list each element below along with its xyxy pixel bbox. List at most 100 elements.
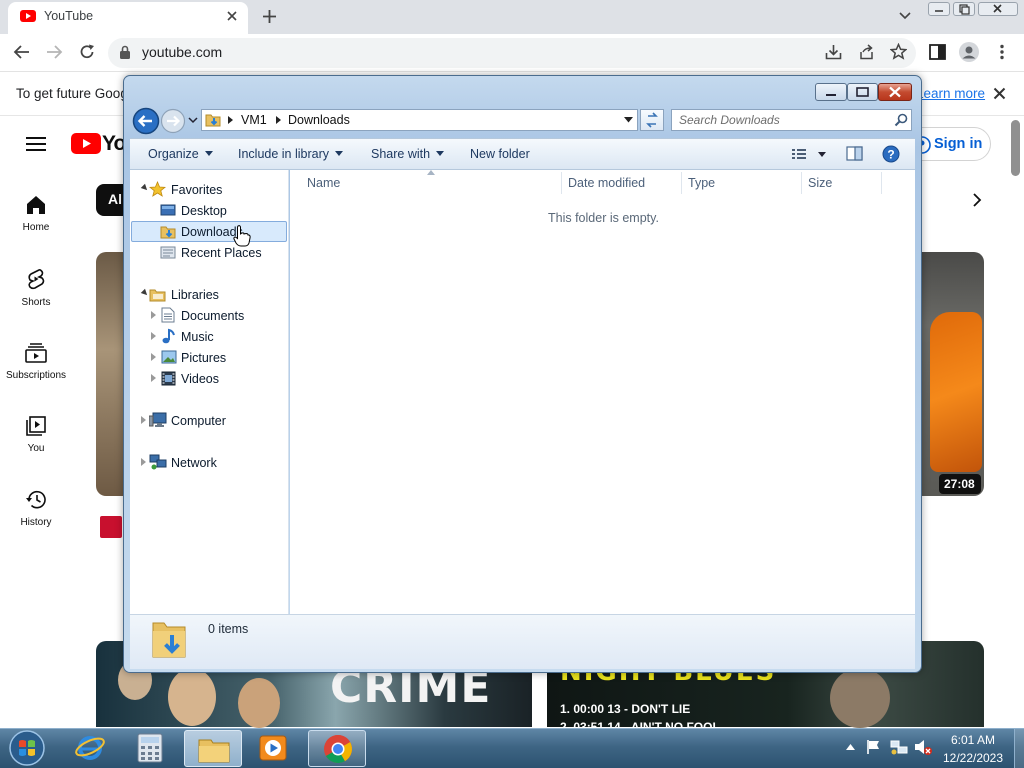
column-divider[interactable] [681,172,682,194]
nav-videos[interactable]: Videos [181,372,219,386]
videos-expand-icon[interactable] [151,374,156,382]
share-icon[interactable] [858,44,875,60]
tab-search-chevron-icon[interactable] [899,12,911,20]
nav-computer[interactable]: Computer [171,414,226,428]
side-panel-icon[interactable] [929,44,946,60]
youtube-logo-text[interactable]: Yo [102,132,126,156]
include-in-library-button[interactable]: Include in library [238,147,344,161]
organize-button[interactable]: Organize [148,147,213,161]
column-divider[interactable] [881,172,882,194]
column-divider[interactable] [561,172,562,194]
back-arrow-icon[interactable] [13,44,31,60]
chrome-menu-icon[interactable] [999,44,1005,60]
download-icon[interactable] [825,44,842,60]
you-icon [26,416,46,436]
nav-home[interactable]: Home [0,195,72,233]
column-header-name[interactable]: Name [307,176,340,190]
lock-icon[interactable] [119,45,131,60]
recent-places-icon [160,245,176,260]
video-thumbnail-left[interactable] [96,252,124,496]
info-bar-close-icon[interactable] [993,87,1006,100]
nav-music[interactable]: Music [181,330,214,344]
svg-text:?: ? [887,148,894,162]
column-header-date-modified[interactable]: Date modified [568,176,645,190]
computer-expand-icon[interactable] [141,416,146,424]
address-dropdown-icon[interactable] [624,117,633,123]
nav-history[interactable]: History [0,490,72,528]
minimize-button[interactable] [928,2,950,16]
explorer-close-button[interactable] [878,83,912,101]
learn-more-link[interactable]: Learn more [916,86,985,101]
bookmark-star-icon[interactable] [890,43,907,60]
network-expand-icon[interactable] [141,458,146,466]
new-tab-icon[interactable] [262,9,277,24]
chips-next-chevron-icon[interactable] [972,192,982,208]
column-header-size[interactable]: Size [808,176,832,190]
tab-close-icon[interactable] [226,10,238,22]
recent-locations-chevron-icon[interactable] [188,117,198,124]
music-expand-icon[interactable] [151,332,156,340]
nav-desktop[interactable]: Desktop [181,204,227,218]
breadcrumb-downloads[interactable]: Downloads [288,113,350,127]
search-magnifier-icon[interactable] [894,113,908,127]
windows-explorer-icon [198,739,230,763]
restore-button[interactable] [953,2,975,16]
show-desktop-button[interactable] [1014,729,1024,768]
chrome-icon [324,735,352,763]
close-window-button[interactable] [978,2,1018,16]
new-folder-button[interactable]: New folder [470,147,530,161]
view-options-icon[interactable] [792,147,826,161]
nav-shorts[interactable]: Shorts [0,268,72,308]
file-list-area[interactable] [290,170,915,614]
internet-explorer-icon[interactable] [74,731,106,763]
forward-arrow-icon[interactable] [45,44,63,60]
taskbar-chrome-button[interactable] [308,730,366,767]
youtube-logo-icon[interactable] [71,133,101,154]
nav-subscriptions[interactable]: Subscriptions [0,343,72,381]
breadcrumb-separator-icon[interactable] [276,116,281,124]
pictures-expand-icon[interactable] [151,353,156,361]
explorer-minimize-button[interactable] [815,83,847,101]
hamburger-menu-icon[interactable] [26,136,46,152]
chip-all[interactable]: Al [96,184,126,216]
media-player-icon[interactable] [258,733,288,763]
clock-date[interactable]: 12/22/2023 [940,751,1006,765]
clock-time[interactable]: 6:01 AM [945,733,1001,747]
calculator-icon[interactable] [137,733,163,763]
url-text[interactable]: youtube.com [142,44,222,60]
nav-documents[interactable]: Documents [181,309,244,323]
breadcrumb-separator-icon[interactable] [228,116,233,124]
breadcrumb-vm1[interactable]: VM1 [241,113,267,127]
sort-ascending-icon [427,170,435,175]
explorer-back-icon[interactable] [132,107,160,135]
refresh-button[interactable] [640,109,664,131]
favorites-star-icon [149,181,166,197]
nav-recent-places[interactable]: Recent Places [181,246,262,260]
share-with-button[interactable]: Share with [371,147,445,161]
column-divider[interactable] [801,172,802,194]
nav-you[interactable]: You [0,416,72,454]
reload-icon[interactable] [78,43,96,61]
nav-libraries[interactable]: Libraries [171,288,219,302]
profile-avatar-icon[interactable] [959,42,979,62]
column-header-type[interactable]: Type [688,176,715,190]
help-icon[interactable]: ? [882,145,900,163]
tab-title: YouTube [44,9,94,23]
preview-pane-icon[interactable] [846,146,863,161]
explorer-maximize-button[interactable] [847,83,878,101]
explorer-forward-icon[interactable] [161,107,187,135]
nav-network[interactable]: Network [171,456,217,470]
taskbar-explorer-button[interactable] [184,730,242,767]
history-icon [26,490,46,509]
start-button-icon[interactable] [7,729,47,767]
page-scrollbar[interactable] [1011,120,1020,176]
action-center-flag-icon[interactable] [866,739,882,755]
computer-icon [149,412,167,428]
address-bar[interactable] [108,38,916,68]
documents-expand-icon[interactable] [151,311,156,319]
nav-pictures[interactable]: Pictures [181,351,226,365]
show-hidden-icons-icon[interactable] [846,744,855,750]
network-tray-icon[interactable] [890,739,908,755]
nav-favorites[interactable]: Favorites [171,183,222,197]
volume-muted-icon[interactable] [914,739,932,755]
